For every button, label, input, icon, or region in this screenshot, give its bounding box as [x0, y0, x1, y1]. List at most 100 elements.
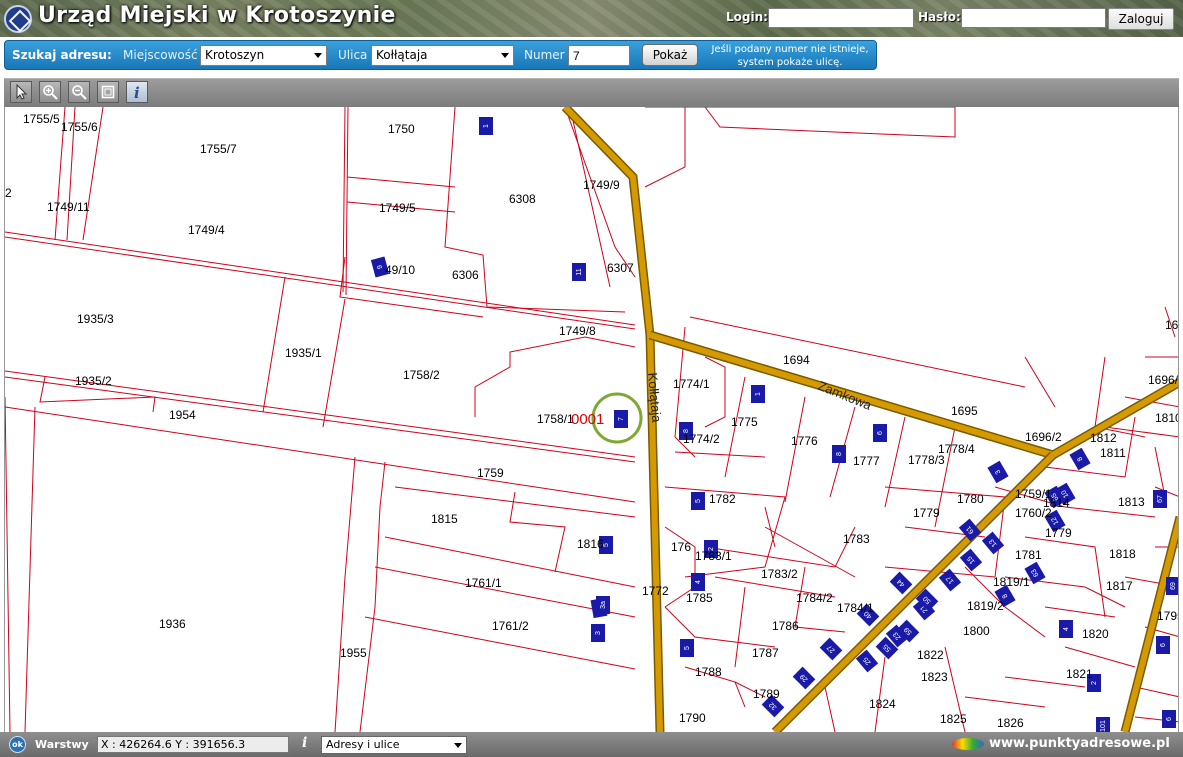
parcel-label: 1696/1 [1148, 373, 1179, 387]
parcel-label: 1935/3 [77, 312, 114, 326]
layers-label[interactable]: Warstwy [35, 738, 89, 751]
building-marker[interactable]: 29 [792, 666, 816, 690]
building-marker[interactable]: 6 [1162, 710, 1176, 728]
zoom-out-button[interactable] [68, 81, 90, 103]
parcel-label: 1749/11 [47, 200, 90, 214]
building-marker[interactable]: 44 [889, 571, 913, 595]
cadastral-map[interactable]: 1911738518652433a38101213151721232527293… [5, 107, 1179, 732]
map-canvas[interactable]: 1911738518652433a38101213151721232527293… [4, 107, 1179, 732]
brand-link[interactable]: www.punktyadresowe.pl [989, 736, 1170, 751]
building-marker[interactable]: 13 [981, 531, 1005, 555]
building-number: 3a [600, 601, 607, 609]
parcel-label: 1826 [997, 716, 1024, 730]
parcel-label: 1750 [388, 122, 415, 136]
parcel-label: 1780 [957, 492, 984, 506]
parcel-label: 1761/2 [492, 619, 529, 633]
parcel-label: 2 [5, 186, 12, 200]
building-marker[interactable]: 5 [691, 492, 705, 510]
info-tool-button[interactable]: i [126, 81, 148, 103]
building-marker[interactable]: 1 [751, 385, 765, 403]
building-marker[interactable]: 3 [987, 460, 1009, 484]
building-marker[interactable]: 67 [1153, 490, 1167, 508]
building-marker[interactable]: 8 [1069, 447, 1091, 471]
building-marker[interactable]: 101 [1096, 717, 1110, 732]
building-marker[interactable]: 1 [479, 117, 493, 135]
parcel-label: 1819/1 [993, 575, 1030, 589]
parcel-label: 16 [1165, 318, 1179, 332]
building-marker[interactable]: 6 [1156, 636, 1170, 654]
header-bar: Urząd Miejski w Krotoszynie Login: Hasło… [0, 0, 1183, 37]
parcel-label: 1823 [921, 670, 948, 684]
zoom-in-button[interactable] [39, 81, 61, 103]
number-input[interactable] [568, 45, 630, 66]
zoom-in-icon [43, 85, 58, 100]
parcel-label: 49/10 [385, 263, 415, 277]
building-number: 1 [755, 392, 762, 396]
parcel-label: 1777 [853, 454, 880, 468]
parcel-label: 1755/6 [61, 120, 98, 134]
parcel-label: 1774/2 [683, 432, 720, 446]
site-title: Urząd Miejski w Krotoszynie [38, 3, 396, 28]
building-number: 2 [1091, 681, 1098, 685]
building-marker[interactable]: 4 [1059, 620, 1073, 638]
parcel-label: 1694 [783, 353, 810, 367]
building-marker[interactable]: 7 [614, 410, 628, 428]
street-label-zamkowa: Zamkowa [816, 378, 875, 413]
login-input[interactable] [768, 8, 914, 28]
parcel-label: 1783/2 [761, 567, 798, 581]
parcel-label: 1795/1 [1157, 609, 1179, 623]
parcel-label: 1761/1 [465, 576, 502, 590]
parcel-label: 1815 [431, 512, 458, 526]
parcel-label: 1749/5 [379, 201, 416, 215]
select-tool-button[interactable] [10, 81, 32, 103]
building-marker[interactable]: 4 [691, 573, 705, 591]
svg-text:i: i [134, 84, 140, 100]
full-extent-icon [101, 85, 115, 99]
parcel-label: 1758/2 [403, 368, 440, 382]
parcel-label: 1821 [1066, 667, 1093, 681]
building-marker[interactable]: 27 [819, 637, 843, 661]
parcel-label: 1824 [869, 697, 896, 711]
search-bar: Szukaj adresu: Miejscowość Krotoszyn Uli… [4, 40, 877, 70]
layer-select[interactable]: Adresy i ulice [321, 736, 467, 754]
full-extent-button[interactable] [97, 81, 119, 103]
layers-icon[interactable]: ok [9, 736, 26, 753]
building-marker[interactable]: 5 [680, 639, 694, 657]
parcel-label: 1936 [159, 617, 186, 631]
parcel-label: 1779 [1045, 526, 1072, 540]
login-button[interactable]: Zaloguj [1108, 8, 1174, 30]
parcel-label: 1755/5 [23, 112, 60, 126]
building-marker[interactable]: 61 [958, 518, 982, 542]
parcel-label: 1813 [1118, 495, 1145, 509]
street-select[interactable]: Kołłątaja [371, 45, 514, 66]
parcel-label: 1818 [1109, 547, 1136, 561]
city-select[interactable]: Krotoszyn [200, 45, 327, 66]
building-marker[interactable]: 69 [1166, 577, 1179, 595]
parcel-label: 1812 [1090, 431, 1117, 445]
search-hint: Jeśli podany numer nie istnieje, system … [711, 44, 869, 68]
parcel-label: 1783/1 [695, 549, 732, 563]
building-marker[interactable]: 6 [873, 424, 887, 442]
password-label: Hasło: [918, 10, 961, 24]
parcel-label: 1788 [695, 665, 722, 679]
parcel-label: 1778/4 [938, 442, 975, 456]
parcel-label: 1787 [752, 646, 779, 660]
building-marker[interactable]: 8 [832, 445, 846, 463]
parcel-label: 1774/1 [673, 377, 710, 391]
parcel-label: 1760/2 [1015, 506, 1052, 520]
show-button[interactable]: Pokaż [642, 44, 698, 66]
parcel-label: 1790 [679, 711, 706, 725]
building-marker[interactable]: 11 [572, 263, 586, 281]
parcel-label: 1819/2 [967, 599, 1004, 613]
parcel-label: 1816 [577, 537, 604, 551]
layer-select-value: Adresy i ulice [326, 738, 400, 751]
parcel-label: 1758/1 [537, 412, 574, 426]
password-input[interactable] [961, 8, 1106, 28]
parcel-label: 1755/7 [200, 142, 237, 156]
building-marker[interactable]: 3a [596, 596, 610, 614]
search-title: Szukaj adresu: [12, 48, 112, 62]
parcel-label: 176 [671, 540, 691, 554]
building-marker[interactable]: 15 [959, 548, 983, 572]
parcel-label: 1781 [1015, 548, 1042, 562]
building-marker[interactable]: 3 [591, 624, 605, 642]
